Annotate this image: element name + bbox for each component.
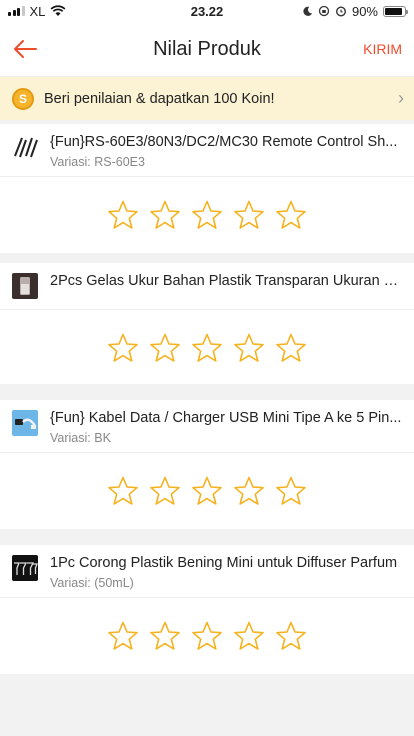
star-icon[interactable] [275, 475, 307, 507]
star-icon[interactable] [191, 332, 223, 364]
page-title: Nilai Produk [153, 37, 261, 60]
star-icon[interactable] [233, 332, 265, 364]
star-rating [0, 310, 414, 384]
star-icon[interactable] [233, 475, 265, 507]
battery-percent: 90% [351, 3, 378, 19]
product-variant: Variasi: (50mL) [50, 576, 134, 590]
chevron-right-icon: › [398, 88, 404, 108]
product-name: {Fun}RS-60E3/80N3/DC2/MC30 Remote Contro… [50, 134, 398, 150]
product-card: 2Pcs Gelas Ukur Bahan Plastik Transparan… [0, 263, 414, 384]
product-variant: Variasi: BK [50, 431, 111, 445]
star-icon[interactable] [107, 620, 139, 652]
product-thumbnail [12, 410, 38, 436]
battery-icon [383, 5, 408, 17]
moon-icon [303, 6, 313, 16]
product-thumbnail [12, 273, 38, 299]
coin-banner-text: Beri penilaian & dapatkan 100 Koin! [44, 90, 275, 107]
star-icon[interactable] [275, 332, 307, 364]
star-icon[interactable] [233, 199, 265, 231]
carrier-name: XL [29, 3, 46, 19]
star-icon[interactable] [191, 199, 223, 231]
star-icon[interactable] [149, 620, 181, 652]
product-info: {Fun} Kabel Data / Charger USB Mini Tipe… [0, 400, 414, 453]
star-icon[interactable] [275, 199, 307, 231]
star-rating [0, 177, 414, 253]
star-icon[interactable] [149, 332, 181, 364]
product-card: 1Pc Corong Plastik Bening Mini untuk Dif… [0, 545, 414, 674]
product-variant: Variasi: RS-60E3 [50, 155, 145, 169]
nav-bar: Nilai Produk KIRIM [0, 22, 414, 76]
star-icon[interactable] [107, 475, 139, 507]
star-icon[interactable] [233, 620, 265, 652]
coin-reward-banner[interactable]: S Beri penilaian & dapatkan 100 Koin! › [0, 76, 414, 120]
star-icon[interactable] [275, 620, 307, 652]
rotation-lock-icon [318, 5, 330, 17]
star-rating [0, 453, 414, 529]
product-card: {Fun}RS-60E3/80N3/DC2/MC30 Remote Contro… [0, 124, 414, 253]
star-icon[interactable] [191, 620, 223, 652]
wifi-icon [51, 5, 66, 16]
send-button[interactable]: KIRIM [363, 41, 402, 57]
star-icon[interactable] [149, 199, 181, 231]
product-info: 2Pcs Gelas Ukur Bahan Plastik Transparan… [0, 263, 414, 310]
back-button[interactable] [12, 35, 40, 63]
star-icon[interactable] [149, 475, 181, 507]
product-info: {Fun}RS-60E3/80N3/DC2/MC30 Remote Contro… [0, 124, 414, 177]
star-icon[interactable] [107, 199, 139, 231]
star-rating [0, 598, 414, 674]
coin-icon: S [12, 87, 34, 110]
cell-signal-icon [8, 6, 25, 16]
star-icon[interactable] [107, 332, 139, 364]
product-info: 1Pc Corong Plastik Bening Mini untuk Dif… [0, 545, 414, 598]
alarm-icon [335, 6, 346, 17]
product-thumbnail [12, 555, 38, 581]
arrow-left-icon [14, 40, 37, 58]
product-name: 2Pcs Gelas Ukur Bahan Plastik Transparan… [50, 273, 402, 289]
status-bar: XL 23.22 90% [0, 0, 414, 22]
product-thumbnail [12, 134, 38, 160]
product-name: {Fun} Kabel Data / Charger USB Mini Tipe… [50, 410, 402, 426]
product-name: 1Pc Corong Plastik Bening Mini untuk Dif… [50, 555, 398, 571]
star-icon[interactable] [191, 475, 223, 507]
product-card: {Fun} Kabel Data / Charger USB Mini Tipe… [0, 400, 414, 529]
